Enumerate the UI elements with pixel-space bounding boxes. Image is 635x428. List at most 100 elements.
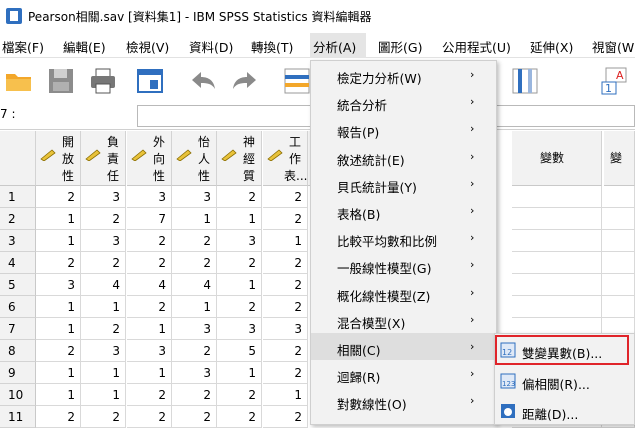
data-cell[interactable]: 1 <box>217 362 262 384</box>
empty-cell[interactable] <box>602 186 635 208</box>
data-cell[interactable]: 3 <box>217 230 262 252</box>
data-cell[interactable]: 1 <box>217 208 262 230</box>
menu-file[interactable]: 檔案(F) <box>2 37 44 56</box>
data-cell[interactable]: 2 <box>81 252 126 274</box>
open-folder-icon[interactable] <box>4 66 34 96</box>
data-cell[interactable]: 1 <box>81 362 126 384</box>
row-header[interactable]: 7 <box>0 318 36 340</box>
data-cell[interactable]: 3 <box>172 318 217 340</box>
data-cell[interactable]: 2 <box>263 186 308 208</box>
data-cell[interactable]: 2 <box>263 208 308 230</box>
row-header[interactable]: 5 <box>0 274 36 296</box>
empty-cell[interactable] <box>512 186 602 208</box>
data-cell[interactable]: 3 <box>172 186 217 208</box>
data-cell[interactable]: 1 <box>81 296 126 318</box>
empty-cell[interactable] <box>602 252 635 274</box>
data-cell[interactable]: 4 <box>127 274 172 296</box>
data-cell[interactable]: 2 <box>127 230 172 252</box>
menu-extensions[interactable]: 延伸(X) <box>530 37 573 56</box>
data-cell[interactable]: 3 <box>81 186 126 208</box>
data-cell[interactable]: 3 <box>172 362 217 384</box>
data-cell[interactable]: 7 <box>127 208 172 230</box>
data-cell[interactable]: 2 <box>172 340 217 362</box>
data-cell[interactable]: 3 <box>81 340 126 362</box>
data-cell[interactable]: 2 <box>172 252 217 274</box>
menu-analyze[interactable]: 分析(A) <box>313 37 356 56</box>
data-cell[interactable]: 2 <box>263 252 308 274</box>
row-header[interactable]: 2 <box>0 208 36 230</box>
menu-utilities[interactable]: 公用程式(U) <box>442 37 511 56</box>
goto-case-icon[interactable] <box>282 66 312 96</box>
data-cell[interactable]: 1 <box>36 230 81 252</box>
data-cell[interactable]: 1 <box>263 230 308 252</box>
dialog-recall-icon[interactable] <box>136 66 166 96</box>
data-cell[interactable]: 2 <box>263 296 308 318</box>
data-cell[interactable]: 2 <box>217 252 262 274</box>
menu-view[interactable]: 檢視(V) <box>126 37 169 56</box>
print-icon[interactable] <box>88 66 118 96</box>
data-cell[interactable]: 3 <box>36 274 81 296</box>
empty-cell[interactable] <box>512 252 602 274</box>
data-cell[interactable]: 1 <box>81 384 126 406</box>
data-cell[interactable]: 1 <box>172 208 217 230</box>
goto-variable-icon[interactable]: A 1 <box>600 66 630 96</box>
data-cell[interactable]: 3 <box>127 340 172 362</box>
correlate-submenu-item[interactable]: 偏相關(R)... <box>522 374 590 393</box>
data-cell[interactable]: 2 <box>172 384 217 406</box>
data-cell[interactable]: 1 <box>127 318 172 340</box>
data-cell[interactable]: 1 <box>36 318 81 340</box>
data-cell[interactable]: 2 <box>217 186 262 208</box>
row-header[interactable]: 3 <box>0 230 36 252</box>
variables-icon[interactable] <box>510 66 540 96</box>
empty-cell[interactable] <box>512 208 602 230</box>
data-cell[interactable]: 1 <box>36 362 81 384</box>
empty-cell[interactable] <box>602 230 635 252</box>
row-header[interactable]: 9 <box>0 362 36 384</box>
data-cell[interactable]: 2 <box>36 186 81 208</box>
data-cell[interactable]: 2 <box>263 274 308 296</box>
data-cell[interactable]: 1 <box>217 274 262 296</box>
empty-cell[interactable] <box>602 208 635 230</box>
data-cell[interactable]: 2 <box>127 384 172 406</box>
undo-icon[interactable] <box>188 66 218 96</box>
save-icon[interactable] <box>46 66 76 96</box>
data-cell[interactable]: 1 <box>127 362 172 384</box>
menu-graphs[interactable]: 圖形(G) <box>378 37 422 56</box>
menu-edit[interactable]: 編輯(E) <box>63 37 106 56</box>
row-header[interactable]: 8 <box>0 340 36 362</box>
data-cell[interactable]: 1 <box>36 208 81 230</box>
data-cell[interactable]: 1 <box>263 384 308 406</box>
data-cell[interactable]: 2 <box>81 208 126 230</box>
empty-cell[interactable] <box>512 230 602 252</box>
redo-icon[interactable] <box>230 66 260 96</box>
data-cell[interactable]: 2 <box>36 252 81 274</box>
data-cell[interactable]: 2 <box>217 296 262 318</box>
data-cell[interactable]: 1 <box>36 296 81 318</box>
data-cell[interactable]: 3 <box>81 230 126 252</box>
empty-cell[interactable] <box>602 274 635 296</box>
row-header[interactable]: 1 <box>0 186 36 208</box>
data-cell[interactable]: 2 <box>263 362 308 384</box>
data-cell[interactable]: 2 <box>81 318 126 340</box>
data-cell[interactable]: 1 <box>36 384 81 406</box>
data-cell[interactable]: 4 <box>81 274 126 296</box>
data-cell[interactable]: 2 <box>263 340 308 362</box>
data-cell[interactable]: 5 <box>217 340 262 362</box>
data-cell[interactable]: 2 <box>172 230 217 252</box>
row-header[interactable]: 10 <box>0 384 36 406</box>
data-cell[interactable]: 1 <box>172 296 217 318</box>
menu-window[interactable]: 視窗(W <box>592 37 634 56</box>
data-cell[interactable]: 3 <box>217 318 262 340</box>
data-cell[interactable]: 2 <box>36 340 81 362</box>
menu-transform[interactable]: 轉換(T) <box>251 37 293 56</box>
data-cell[interactable]: 3 <box>127 186 172 208</box>
data-cell[interactable]: 2 <box>217 384 262 406</box>
data-cell[interactable]: 2 <box>127 296 172 318</box>
row-header[interactable]: 6 <box>0 296 36 318</box>
row-header[interactable]: 4 <box>0 252 36 274</box>
empty-cell[interactable] <box>512 274 602 296</box>
empty-cell[interactable] <box>512 296 602 318</box>
correlate-submenu-item[interactable]: 距離(D)... <box>522 404 578 423</box>
data-cell[interactable]: 3 <box>263 318 308 340</box>
data-cell[interactable]: 4 <box>172 274 217 296</box>
